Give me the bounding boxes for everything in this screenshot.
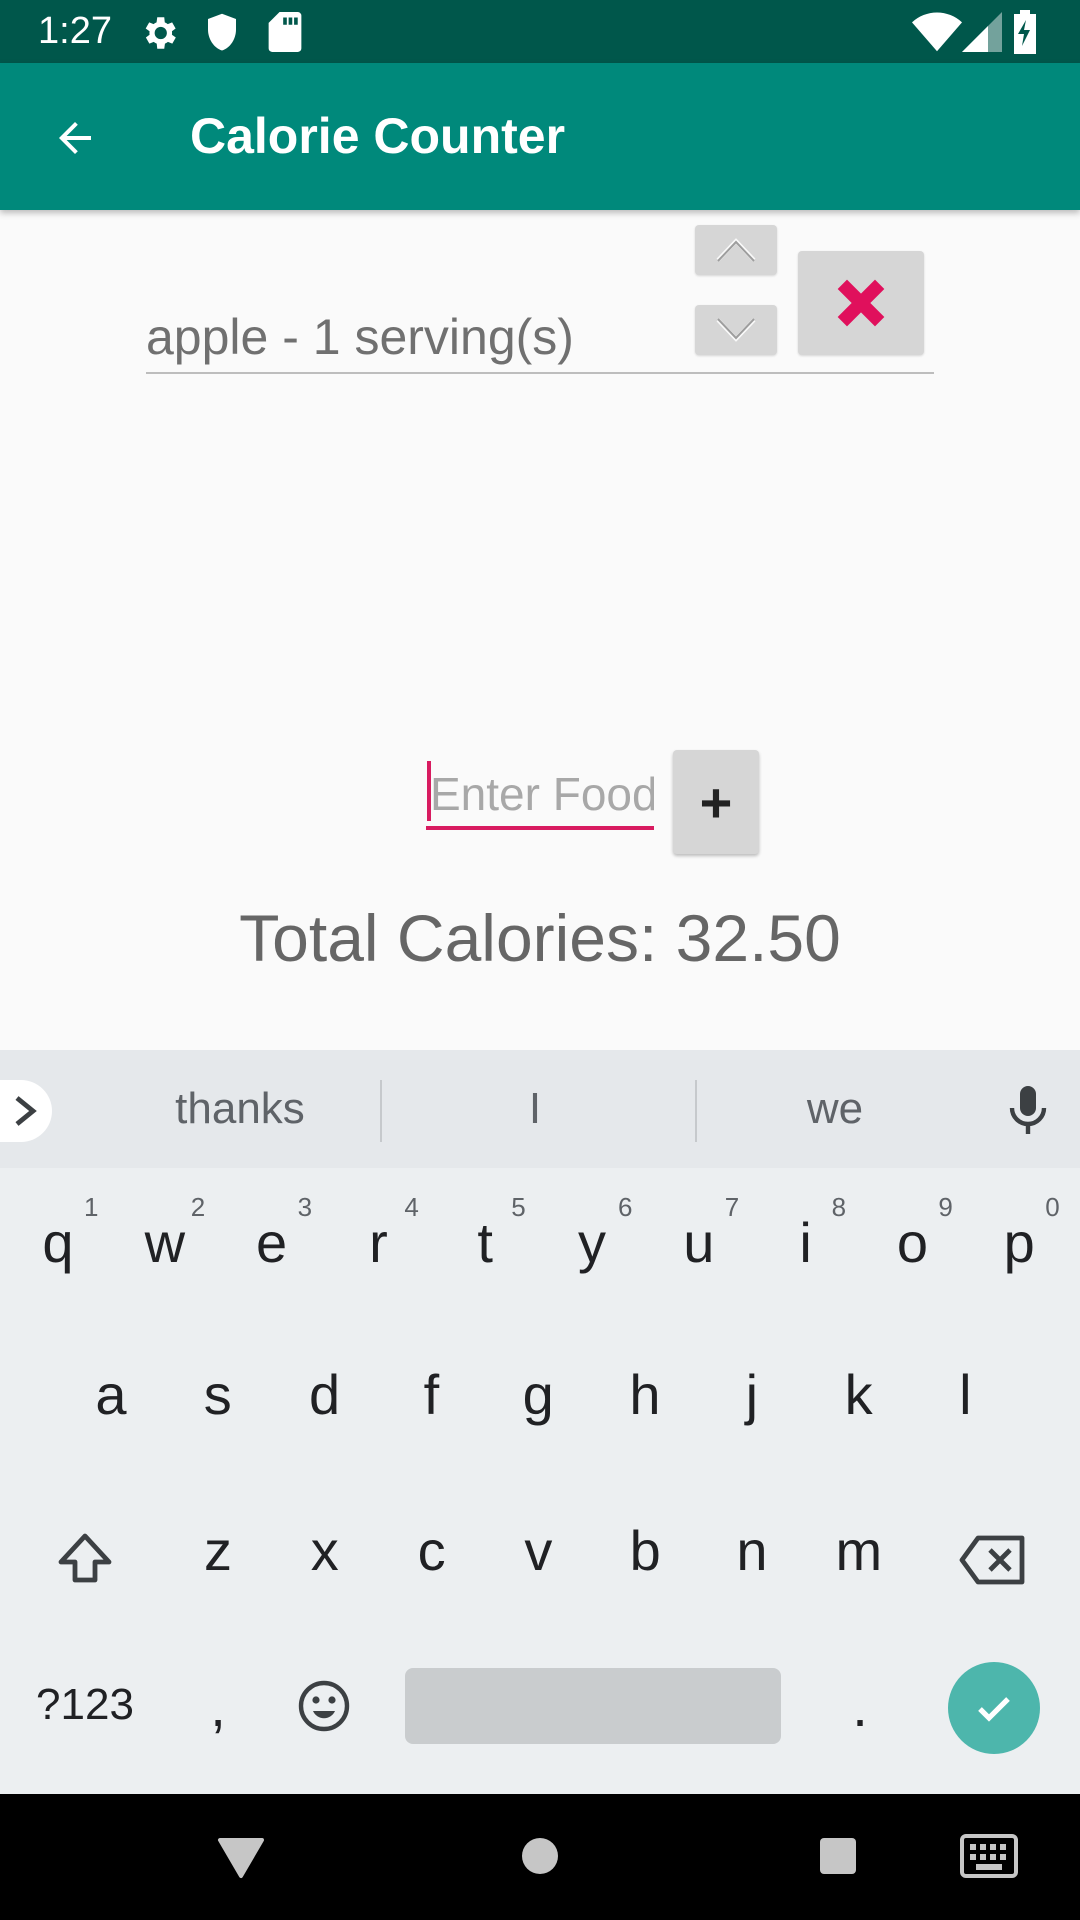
close-icon <box>837 279 885 327</box>
settings-icon <box>138 12 180 59</box>
increase-serving-button[interactable] <box>695 225 777 275</box>
key-hint-6: 6 <box>618 1192 633 1222</box>
done-key[interactable] <box>948 1662 1040 1754</box>
suggestion-expand-button[interactable] <box>0 1080 52 1142</box>
key-b[interactable]: b <box>595 1518 695 1583</box>
key-f[interactable]: f <box>381 1362 481 1427</box>
symbols-key[interactable]: ?123 <box>35 1680 135 1730</box>
total-calories: Total Calories: 32.50 <box>239 901 841 975</box>
chevron-right-icon <box>15 1096 37 1126</box>
cell-signal-icon <box>962 12 1002 57</box>
add-food-button[interactable]: + <box>673 750 759 854</box>
key-k[interactable]: k <box>809 1362 909 1427</box>
app-bar: Calorie Counter <box>0 63 1080 210</box>
nav-home-icon <box>522 1838 558 1874</box>
key-x[interactable]: x <box>275 1518 375 1583</box>
key-hint-5: 5 <box>511 1192 526 1222</box>
shield-icon <box>204 12 240 59</box>
keyboard-icon <box>960 1834 1018 1878</box>
space-key[interactable] <box>405 1668 781 1744</box>
nav-home-button[interactable] <box>520 1836 560 1881</box>
status-bar: 1:27 <box>0 0 1080 63</box>
delete-item-button[interactable] <box>798 251 924 355</box>
key-z[interactable]: z <box>168 1518 268 1583</box>
key-m[interactable]: m <box>809 1518 909 1583</box>
battery-charging-icon <box>1012 10 1038 59</box>
status-time: 1:27 <box>38 10 112 52</box>
nav-back-icon <box>218 1838 264 1878</box>
comma-key[interactable]: , <box>168 1674 268 1739</box>
food-input[interactable] <box>426 762 654 830</box>
key-j[interactable]: j <box>702 1362 802 1427</box>
shift-key[interactable] <box>55 1530 115 1591</box>
key-hint-8: 8 <box>831 1192 847 1222</box>
suggestion-bar: thanks I we <box>0 1050 1080 1168</box>
nav-recents-button[interactable] <box>818 1836 858 1881</box>
key-n[interactable]: n <box>702 1518 802 1583</box>
key-hint-3: 3 <box>297 1192 313 1222</box>
text-cursor <box>427 761 431 821</box>
decrease-serving-button[interactable] <box>695 305 777 355</box>
sd-card-icon <box>268 12 302 57</box>
key-h[interactable]: h <box>595 1362 695 1427</box>
keyboard-switch-button[interactable] <box>960 1834 1018 1883</box>
chevron-down-icon <box>716 318 756 342</box>
emoji-key[interactable] <box>296 1678 352 1739</box>
food-item-label: apple - 1 serving(s) <box>146 309 574 365</box>
page-title: Calorie Counter <box>190 108 566 164</box>
emoji-icon <box>298 1680 350 1732</box>
key-v[interactable]: v <box>488 1518 588 1583</box>
key-hint-0: 0 <box>1045 1192 1060 1222</box>
chevron-up-icon <box>716 238 756 262</box>
key-c[interactable]: c <box>382 1518 482 1583</box>
suggestion-divider <box>695 1080 697 1142</box>
backspace-icon <box>959 1535 1025 1585</box>
check-icon <box>978 1697 1010 1722</box>
suggestion-divider <box>380 1080 382 1142</box>
key-hint-1: 1 <box>84 1192 99 1222</box>
microphone-icon[interactable] <box>1006 1084 1050 1141</box>
key-a[interactable]: a <box>61 1362 161 1427</box>
back-button[interactable] <box>40 103 110 173</box>
key-hint-4: 4 <box>404 1192 419 1222</box>
key-hint-9: 9 <box>938 1192 953 1222</box>
backspace-key[interactable] <box>958 1534 1028 1591</box>
suggestion-3[interactable]: we <box>735 1084 935 1134</box>
suggestion-2[interactable]: I <box>435 1084 635 1134</box>
nav-back-button[interactable] <box>216 1836 266 1885</box>
shift-icon <box>58 1533 112 1583</box>
period-key[interactable]: . <box>810 1674 910 1739</box>
key-hint-7: 7 <box>724 1192 740 1222</box>
navigation-bar <box>0 1794 1080 1920</box>
key-g[interactable]: g <box>488 1362 588 1427</box>
suggestion-1[interactable]: thanks <box>130 1084 350 1134</box>
wifi-icon <box>912 12 962 57</box>
key-d[interactable]: d <box>275 1362 375 1427</box>
soft-keyboard: thanks I we ?123 , . q1w2e3r4t5y6u7i8o9p… <box>0 1050 1080 1794</box>
arrow-back-icon <box>59 122 91 154</box>
key-l[interactable]: l <box>915 1362 1015 1427</box>
key-s[interactable]: s <box>168 1362 268 1427</box>
key-hint-2: 2 <box>190 1192 206 1222</box>
nav-recents-icon <box>820 1838 856 1874</box>
